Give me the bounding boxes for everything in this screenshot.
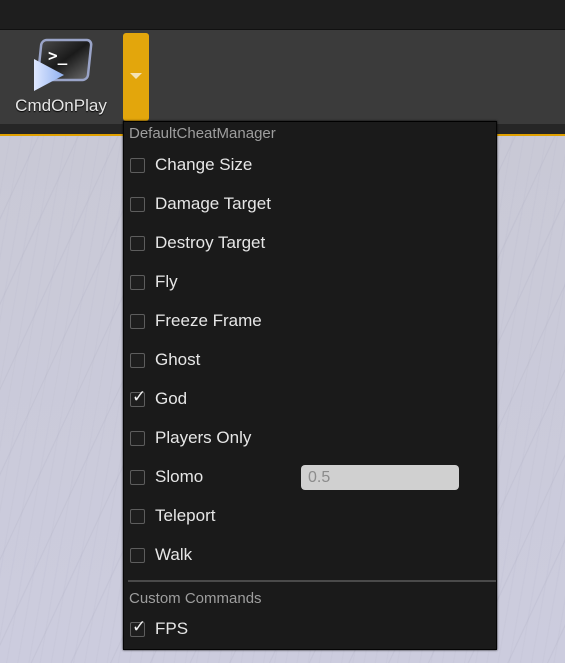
checkbox[interactable] — [130, 469, 145, 485]
item-label: Players Only — [155, 428, 252, 447]
section-header-custom-commands: Custom Commands — [129, 590, 262, 607]
item-label: FPS — [155, 619, 189, 638]
svg-text:>_: >_ — [48, 46, 68, 65]
cmd-on-play-button[interactable]: >_ CmdOnPlay — [6, 34, 116, 120]
terminal-play-icon: >_ — [34, 38, 93, 91]
caret-down-icon — [130, 73, 142, 79]
menu-item-players-only[interactable]: Players Only — [130, 424, 490, 452]
checkbox[interactable] — [130, 430, 145, 446]
cmd-on-play-label: CmdOnPlay — [15, 96, 107, 115]
checkbox[interactable] — [130, 352, 145, 368]
checkbox[interactable] — [130, 274, 145, 290]
menu-item-damage-target[interactable]: Damage Target — [130, 190, 490, 218]
item-label: Freeze Frame — [155, 311, 262, 330]
item-label: Ghost — [155, 350, 201, 369]
checkbox[interactable] — [130, 508, 145, 524]
menu-item-walk[interactable]: Walk — [130, 541, 490, 569]
checkbox[interactable] — [130, 196, 145, 212]
checkbox[interactable] — [130, 157, 145, 173]
slomo-value-input[interactable]: 0.5 — [301, 465, 459, 490]
item-label: Damage Target — [155, 194, 271, 213]
item-label: Walk — [155, 545, 193, 564]
menu-item-destroy-target[interactable]: Destroy Target — [130, 229, 490, 257]
checkmark-icon: ✓ — [132, 386, 147, 406]
menu-item-slomo[interactable]: Slomo 0.5 — [130, 463, 490, 491]
cheat-menu: DefaultCheatManager Change Size Damage T… — [123, 121, 497, 650]
menu-item-ghost[interactable]: Ghost — [130, 346, 490, 374]
item-label: God — [155, 389, 188, 408]
checkbox[interactable] — [130, 235, 145, 251]
menu-item-god[interactable]: ✓ God — [130, 385, 490, 413]
item-label: Change Size — [155, 155, 253, 174]
menu-item-change-size[interactable]: Change Size — [130, 151, 490, 179]
menu-item-freeze-frame[interactable]: Freeze Frame — [130, 307, 490, 335]
checkbox-checked[interactable]: ✓ — [130, 618, 146, 637]
menu-item-fps[interactable]: ✓ FPS — [130, 615, 490, 643]
item-label: Fly — [155, 272, 178, 291]
section-header-default-cheat-manager: DefaultCheatManager — [129, 125, 276, 142]
checkbox[interactable] — [130, 547, 145, 563]
item-label: Slomo — [155, 467, 204, 486]
checkbox[interactable] — [130, 313, 145, 329]
cmd-dropdown-button[interactable] — [123, 33, 149, 121]
section-divider — [128, 580, 496, 582]
menu-item-fly[interactable]: Fly — [130, 268, 490, 296]
menu-item-teleport[interactable]: Teleport — [130, 502, 490, 530]
title-bar — [0, 0, 565, 30]
checkbox-checked[interactable]: ✓ — [130, 388, 146, 407]
item-label: Destroy Target — [155, 233, 266, 252]
item-label: Teleport — [155, 506, 216, 525]
checkmark-icon: ✓ — [132, 616, 147, 636]
